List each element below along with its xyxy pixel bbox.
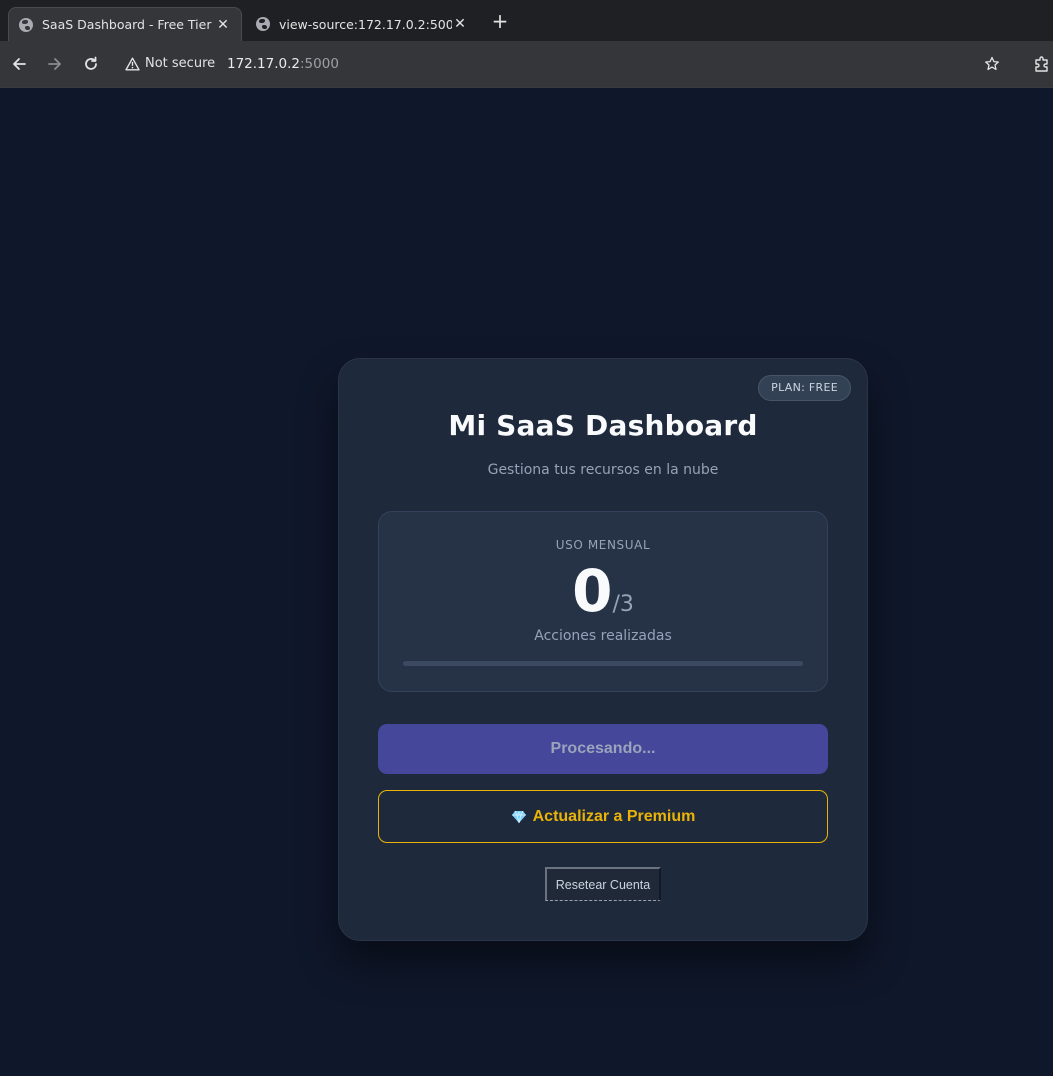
url-port: :5000: [300, 56, 339, 72]
usage-caption: Acciones realizadas: [534, 628, 672, 644]
usage-label: USO MENSUAL: [555, 538, 651, 552]
warning-icon: [125, 57, 140, 70]
browser-toolbar: Not secure 172.17.0.2:5000: [0, 41, 1053, 87]
page-subtitle: Gestiona tus recursos en la nube: [487, 462, 719, 478]
plan-badge: PLAN: FREE: [758, 375, 851, 401]
close-icon[interactable]: ✕: [215, 17, 231, 33]
extensions-icon[interactable]: [1030, 52, 1053, 76]
usage-panel: USO MENSUAL 0/3 Acciones realizadas: [378, 511, 828, 692]
security-label: Not secure: [145, 56, 216, 71]
usage-limit: /3: [612, 592, 634, 617]
star-icon[interactable]: [980, 52, 1004, 76]
browser-chrome: SaaS Dashboard - Free Tier ✕ view-source…: [0, 0, 1053, 88]
globe-icon: [256, 17, 270, 31]
tab-title: view-source:172.17.0.2:5000: [279, 16, 452, 32]
address-bar[interactable]: Not secure 172.17.0.2:5000: [113, 46, 1019, 82]
url-host: 172.17.0.2: [227, 56, 300, 72]
tab-strip: SaaS Dashboard - Free Tier ✕ view-source…: [0, 0, 1053, 41]
new-tab-icon[interactable]: +: [489, 9, 511, 33]
page-title: Mi SaaS Dashboard: [448, 409, 758, 442]
reload-icon[interactable]: [79, 52, 103, 76]
back-icon[interactable]: [7, 52, 31, 76]
gem-icon: [511, 810, 526, 823]
close-icon[interactable]: ✕: [452, 16, 468, 32]
usage-count: 0: [572, 557, 613, 625]
reset-account-button[interactable]: Resetear Cuenta: [545, 867, 661, 901]
forward-icon[interactable]: [43, 52, 67, 76]
tab-view-source[interactable]: view-source:172.17.0.2:5000 ✕: [246, 7, 478, 41]
process-action-button[interactable]: Procesando...: [378, 724, 828, 774]
tab-title: SaaS Dashboard - Free Tier: [42, 17, 212, 32]
url-text[interactable]: 172.17.0.2:5000: [227, 56, 339, 72]
dashboard-card: PLAN: FREE Mi SaaS Dashboard Gestiona tu…: [338, 358, 868, 941]
usage-counter: 0/3: [379, 558, 827, 624]
tab-saas-dashboard[interactable]: SaaS Dashboard - Free Tier ✕: [8, 7, 242, 41]
usage-progress-bar: [403, 661, 803, 666]
upgrade-premium-label: Actualizar a Premium: [532, 807, 696, 825]
page-viewport: PLAN: FREE Mi SaaS Dashboard Gestiona tu…: [0, 88, 1053, 1076]
upgrade-premium-button[interactable]: Actualizar a Premium: [378, 790, 828, 843]
security-indicator[interactable]: Not secure: [125, 56, 215, 71]
globe-icon: [19, 17, 33, 32]
